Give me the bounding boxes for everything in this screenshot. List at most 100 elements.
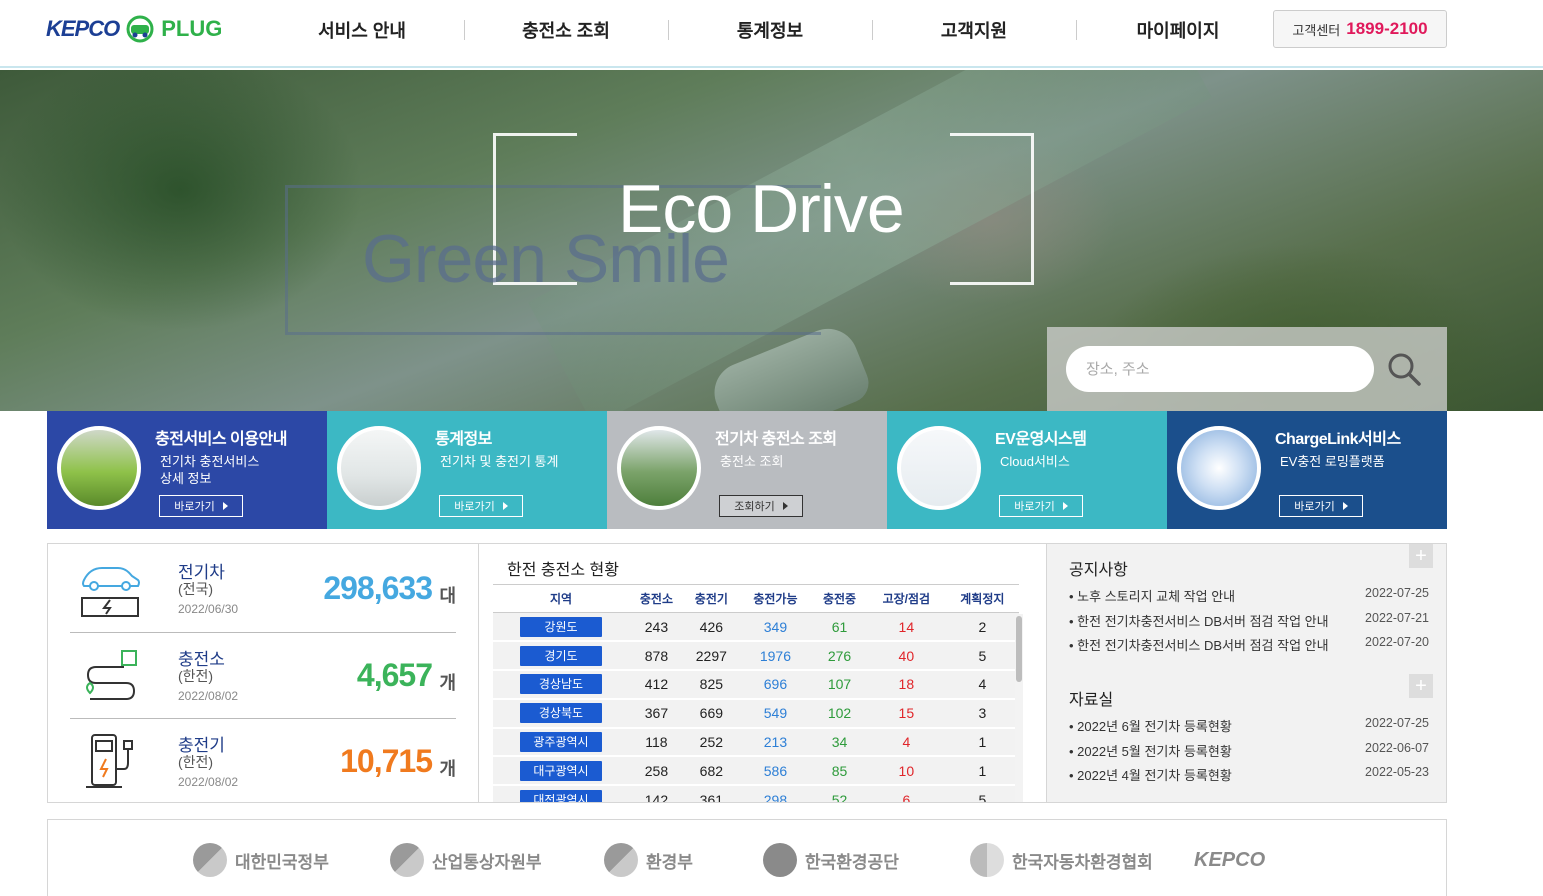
- archive-more-button[interactable]: +: [1409, 674, 1433, 698]
- table-row[interactable]: 경상남도 412 825 696 107 18 4: [493, 670, 1019, 700]
- list-item[interactable]: 한전 전기차충전서비스 DB서버 점검 작업 안내 2022-07-21: [1069, 611, 1429, 636]
- stat-value: 4,657: [356, 657, 433, 693]
- nav-mypage[interactable]: 마이페이지: [1076, 0, 1280, 60]
- list-item[interactable]: 노후 스토리지 교체 작업 안내 2022-07-25: [1069, 586, 1429, 611]
- partner-name: 한국자동차환경협회: [1012, 852, 1153, 872]
- hero-title: Eco Drive: [618, 171, 905, 247]
- card-go-button[interactable]: 바로가기: [1279, 495, 1363, 517]
- table-scrollbar[interactable]: [1015, 614, 1023, 802]
- cell-available: 213: [738, 727, 813, 758]
- partner-motie[interactable]: 산업통상자원부: [390, 840, 541, 880]
- stat-scope: (한전): [178, 754, 214, 770]
- notice-item-date: 2022-07-25: [1365, 586, 1429, 600]
- card-chargelink[interactable]: ChargeLink서비스 EV충전 로밍플랫폼 바로가기: [1167, 411, 1447, 529]
- keco-emblem-icon: [763, 843, 797, 877]
- col-region: 지역: [493, 584, 629, 613]
- col-stations: 충전소: [628, 584, 684, 613]
- archive-item-title[interactable]: 2022년 6월 전기차 등록현황: [1069, 716, 1329, 741]
- card-ev-operation-system[interactable]: EV운영시스템 Cloud서비스 바로가기: [887, 411, 1167, 529]
- search-input[interactable]: [1066, 346, 1374, 392]
- partner-name: 대한민국정부: [235, 852, 329, 872]
- cell-planned-stop: 4: [945, 670, 1019, 700]
- table-row[interactable]: 대전광역시 142 361 298 52 6 5: [493, 785, 1019, 802]
- cell-planned-stop: 1: [945, 727, 1019, 758]
- customer-center-box[interactable]: 고객센터 1899-2100: [1273, 10, 1447, 48]
- nav-statistics[interactable]: 통계정보: [668, 0, 872, 60]
- card-go-button[interactable]: 바로가기: [999, 495, 1083, 517]
- charger-station-image: [57, 426, 141, 510]
- notice-list: 노후 스토리지 교체 작업 안내 2022-07-25 한전 전기차충전서비스 D…: [1069, 586, 1429, 660]
- notice-item-date: 2022-07-20: [1365, 635, 1429, 649]
- table-row[interactable]: 광주광역시 118 252 213 34 4 1: [493, 727, 1019, 758]
- table-row[interactable]: 강원도 243 426 349 61 14 2: [493, 612, 1019, 643]
- search-icon[interactable]: [1384, 349, 1424, 389]
- cell-available: 586: [738, 756, 813, 787]
- card-go-button[interactable]: 바로가기: [159, 495, 243, 517]
- cell-planned-stop: 5: [945, 641, 1019, 672]
- archive-item-title[interactable]: 2022년 4월 전기차 등록현황: [1069, 765, 1329, 790]
- col-broken: 고장/점검: [866, 584, 946, 613]
- list-item[interactable]: 2022년 5월 전기차 등록현황 2022-06-07: [1069, 741, 1429, 766]
- partner-name: 한국환경공단: [805, 852, 899, 872]
- card-statistics[interactable]: 통계정보 전기차 및 충전기 통계 바로가기: [327, 411, 607, 529]
- arrow-right-icon: [1062, 502, 1068, 510]
- col-planned-stop: 계획정지: [945, 584, 1019, 613]
- stat-stations: 충전소 (한전) 2022/08/02 4,657 개: [70, 632, 456, 718]
- region-badge[interactable]: 강원도: [519, 616, 602, 637]
- region-badge[interactable]: 경상북도: [519, 703, 602, 724]
- card-button-label: 바로가기: [1294, 501, 1335, 513]
- archive-item-title[interactable]: 2022년 5월 전기차 등록현황: [1069, 741, 1329, 766]
- region-badge[interactable]: 경기도: [519, 645, 602, 666]
- archive-list: 2022년 6월 전기차 등록현황 2022-07-25 2022년 5월 전기차…: [1069, 716, 1429, 790]
- region-badge[interactable]: 경상남도: [519, 674, 602, 695]
- partner-kaea[interactable]: 한국자동차환경협회: [970, 840, 1153, 880]
- card-desc: Cloud서비스: [1000, 454, 1070, 469]
- table-row[interactable]: 경상북도 367 669 549 102 15 3: [493, 698, 1019, 729]
- notice-section: 공지사항 + 노후 스토리지 교체 작업 안내 2022-07-25 한전 전기차…: [1047, 544, 1446, 674]
- archive-section: 자료실 + 2022년 6월 전기차 등록현황 2022-07-25 2022년 …: [1047, 674, 1446, 804]
- site-logo[interactable]: KEPCO PLUG: [46, 12, 222, 46]
- notice-item-title[interactable]: 노후 스토리지 교체 작업 안내: [1069, 586, 1329, 611]
- card-go-button[interactable]: 바로가기: [439, 495, 523, 517]
- region-badge[interactable]: 대전광역시: [519, 789, 602, 802]
- cell-broken: 40: [866, 641, 946, 672]
- cell-chargers: 426: [683, 612, 739, 643]
- cell-available: 298: [738, 785, 813, 802]
- stat-scope: (전국): [178, 581, 214, 597]
- notice-item-title[interactable]: 한전 전기차충전서비스 DB서버 점검 작업 안내: [1069, 611, 1329, 636]
- notice-title: 공지사항: [1069, 562, 1128, 579]
- cell-planned-stop: 2: [945, 612, 1019, 643]
- partner-korea-gov[interactable]: 대한민국정부: [193, 840, 329, 880]
- stat-ev: 전기차 (전국) 2022/06/30 298,633 대: [70, 546, 456, 632]
- card-title: 통계정보: [435, 431, 492, 448]
- partner-keco[interactable]: 한국환경공단: [763, 840, 899, 880]
- notice-item-title[interactable]: 한전 전기차충전서비스 DB서버 점검 작업 안내: [1069, 635, 1329, 660]
- card-charging-guide[interactable]: 충전서비스 이용안내 전기차 충전서비스 상세 정보 바로가기: [47, 411, 327, 529]
- notice-item-date: 2022-07-21: [1365, 610, 1429, 625]
- nav-station-search[interactable]: 충전소 조회: [464, 0, 668, 60]
- nav-customer-support[interactable]: 고객지원: [872, 0, 1076, 60]
- list-item[interactable]: 한전 전기차충전서비스 DB서버 점검 작업 안내 2022-07-20: [1069, 635, 1429, 660]
- table-row[interactable]: 경기도 878 2297 1976 276 40 5: [493, 641, 1019, 672]
- ev-car-battery-icon: [81, 567, 140, 617]
- list-item[interactable]: 2022년 6월 전기차 등록현황 2022-07-25: [1069, 716, 1429, 741]
- arrow-right-icon: [782, 502, 788, 510]
- cell-broken: 6: [866, 785, 946, 802]
- table-row[interactable]: 대구광역시 258 682 586 85 10 1: [493, 756, 1019, 787]
- arrow-right-icon: [502, 502, 508, 510]
- list-item[interactable]: 2022년 4월 전기차 등록현황 2022-05-23: [1069, 765, 1429, 790]
- card-title: ChargeLink서비스: [1275, 431, 1401, 448]
- cell-planned-stop: 1: [945, 756, 1019, 787]
- card-station-search[interactable]: 전기차 충전소 조회 충전소 조회 조회하기: [607, 411, 887, 529]
- roaming-network-image: [1177, 426, 1261, 510]
- region-badge[interactable]: 대구광역시: [519, 760, 602, 781]
- card-search-button[interactable]: 조회하기: [719, 495, 803, 517]
- nav-service-guide[interactable]: 서비스 안내: [260, 0, 464, 60]
- partner-ministry-env[interactable]: 환경부: [604, 840, 693, 880]
- scrollbar-thumb[interactable]: [1016, 616, 1022, 682]
- station-search-panel: [1047, 327, 1447, 411]
- notice-more-button[interactable]: +: [1409, 544, 1433, 568]
- partner-kepco[interactable]: KEPCO: [1194, 840, 1265, 880]
- hero-banner: Green Smile Eco Drive: [0, 70, 1543, 411]
- region-badge[interactable]: 광주광역시: [519, 732, 602, 753]
